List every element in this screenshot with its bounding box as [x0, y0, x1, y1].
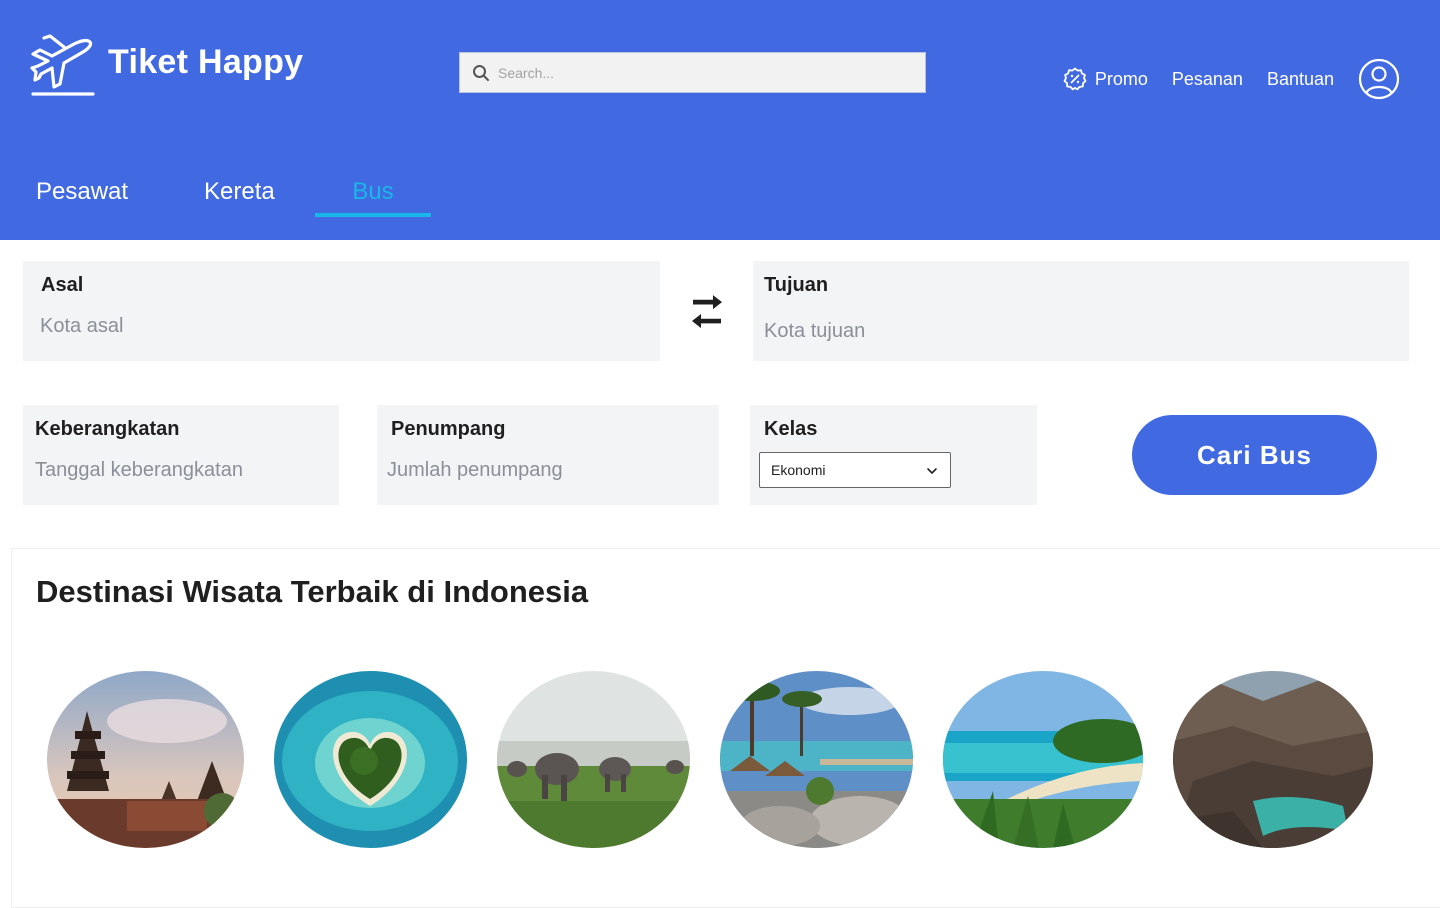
promo-badge-icon [1063, 67, 1087, 91]
destination-bali-temple[interactable] [47, 671, 244, 848]
nav-orders[interactable]: Pesanan [1172, 69, 1243, 90]
tab-bus[interactable]: Bus [315, 170, 431, 218]
destination-volcano-crater[interactable] [1173, 671, 1373, 848]
departure-input[interactable]: Tanggal keberangkatan [35, 459, 243, 482]
destination-field[interactable]: Tujuan Kota tujuan [753, 261, 1409, 361]
nav-help[interactable]: Bantuan [1267, 69, 1334, 90]
elephants-savanna-photo [497, 671, 690, 848]
airplane-icon [30, 34, 95, 96]
departure-label: Keberangkatan [35, 418, 180, 440]
top-nav: Promo Pesanan Bantuan [1063, 58, 1400, 100]
brand-logo[interactable]: Tiket Happy [30, 30, 303, 98]
active-tab-indicator [315, 213, 431, 217]
beach-resort-photo [720, 671, 913, 848]
passengers-input[interactable]: Jumlah penumpang [387, 459, 563, 482]
bali-temple-photo [47, 671, 244, 848]
search-bar[interactable] [459, 52, 926, 93]
user-avatar-icon[interactable] [1358, 58, 1400, 100]
tropical-beach-photo [943, 671, 1143, 848]
destination-heart-island[interactable] [274, 671, 467, 848]
origin-label: Asal [41, 274, 84, 296]
class-select-value: Ekonomi [771, 462, 826, 478]
volcano-crater-lake-photo [1173, 671, 1373, 848]
destinations-title: Destinasi Wisata Terbaik di Indonesia [36, 574, 589, 609]
class-select[interactable]: Ekonomi [759, 452, 951, 488]
search-input[interactable] [498, 64, 918, 81]
nav-promo-label: Promo [1094, 68, 1148, 89]
origin-input[interactable]: Kota asal [40, 315, 123, 338]
origin-field[interactable]: Asal Kota asal [23, 261, 660, 361]
passengers-label: Penumpang [391, 418, 506, 440]
nav-promo[interactable]: Promo [1063, 67, 1148, 91]
class-label: Kelas [764, 418, 818, 440]
destination-elephants[interactable] [497, 671, 690, 848]
brand-name: Tiket Happy [108, 42, 304, 81]
destination-tropical-beach[interactable] [943, 671, 1143, 848]
search-icon [473, 64, 489, 81]
tab-kereta[interactable]: Kereta [204, 170, 284, 218]
tab-pesawat[interactable]: Pesawat [36, 170, 136, 218]
passengers-field[interactable]: Penumpang Jumlah penumpang [377, 405, 719, 505]
swap-arrows-icon[interactable] [690, 294, 724, 328]
search-bus-button[interactable]: Cari Bus [1132, 415, 1377, 495]
destination-beach-resort[interactable] [720, 671, 913, 848]
destination-label: Tujuan [764, 274, 829, 296]
heart-island-photo [274, 671, 467, 848]
chevron-down-icon [927, 468, 937, 474]
destination-input[interactable]: Kota tujuan [764, 320, 865, 343]
departure-field[interactable]: Keberangkatan Tanggal keberangkatan [23, 405, 339, 505]
